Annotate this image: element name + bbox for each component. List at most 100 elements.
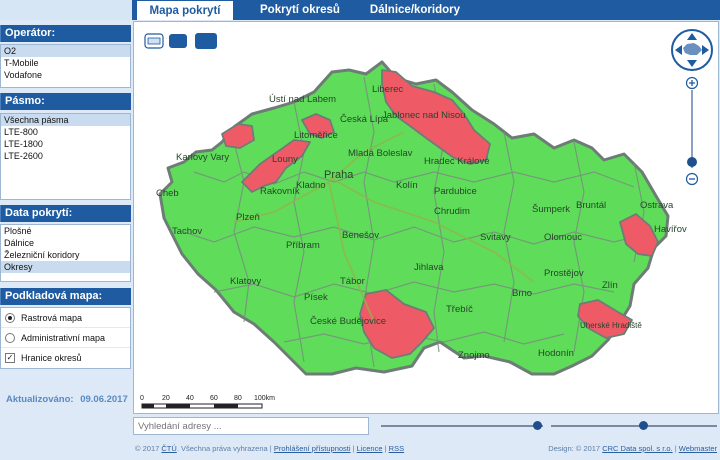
coverage-item-highways[interactable]: Dálnice: [1, 237, 130, 249]
sidebar: Operátor: O2 T-Mobile Vodafone Pásmo: Vš…: [0, 20, 132, 460]
city-label: Plzeň: [236, 212, 260, 223]
design-label: Design: © 2017: [548, 444, 601, 453]
city-label: Bruntál: [576, 200, 606, 211]
footer: © 2017 ČTÚ. Všechna práva vyhrazena | Pr…: [133, 444, 719, 458]
city-label: Zlín: [602, 280, 618, 291]
city-label: Cheb: [156, 188, 179, 199]
city-label: Příbram: [286, 240, 320, 251]
band-list: Všechna pásma LTE-800 LTE-1800 LTE-2600: [0, 113, 131, 200]
zoom-control[interactable]: [685, 76, 699, 186]
city-label: Tachov: [172, 226, 202, 237]
accessibility-link[interactable]: Prohlášení přístupnosti: [274, 444, 351, 453]
option-admin-map[interactable]: Administrativní mapa: [1, 328, 130, 348]
map-canvas[interactable]: Ústí nad Labem Liberec Jablonec nad Niso…: [134, 22, 719, 414]
transparency-slider-handle[interactable]: [639, 421, 648, 430]
license-link[interactable]: Licence: [357, 444, 383, 453]
opacity-slider-handle[interactable]: [533, 421, 542, 430]
band-item-lte1800[interactable]: LTE-1800: [1, 138, 130, 150]
scale-tick: 0: [140, 395, 144, 402]
address-search-input[interactable]: [133, 417, 369, 435]
band-item-lte2600[interactable]: LTE-2600: [1, 150, 130, 162]
city-label: České Budějovice: [310, 316, 386, 327]
base-map-title: Podkladová mapa:: [0, 288, 131, 305]
view-medium-button[interactable]: [169, 34, 187, 48]
city-label: Ostrava: [640, 200, 674, 211]
city-label: Liberec: [372, 84, 403, 95]
city-label: Třebíč: [446, 304, 473, 315]
city-label: Ústí nad Labem: [269, 94, 336, 105]
city-label: Louny: [272, 154, 298, 165]
coverage-data-list: Plošné Dálnice Železniční koridory Okres…: [0, 224, 131, 282]
city-label: Kolín: [396, 180, 418, 191]
opacity-slider[interactable]: [381, 421, 543, 430]
scale-tick: 60: [210, 395, 218, 402]
footer-right: Design: © 2017 CRC Data spol. s r.o. | W…: [548, 444, 717, 453]
coverage-item-rail[interactable]: Železniční koridory: [1, 249, 130, 261]
bottom-bar: [133, 416, 719, 440]
city-label: Svitavy: [480, 232, 511, 243]
operator-item-o2[interactable]: O2: [1, 45, 130, 57]
city-label: Jihlava: [414, 262, 444, 273]
city-label: Uherské Hradiště: [580, 321, 642, 330]
updated-info: Aktualizováno: 09.06.2017: [6, 394, 128, 405]
copyright-text: © 2017: [135, 444, 160, 453]
city-label: Hradec Králové: [424, 156, 489, 167]
city-label: Písek: [304, 292, 328, 303]
tab-highways-corridors[interactable]: Dálnice/koridory: [358, 0, 472, 20]
admin-radio[interactable]: [5, 332, 15, 343]
coverage-map[interactable]: Ústí nad Labem Liberec Jablonec nad Niso…: [133, 21, 719, 414]
coverage-item-districts[interactable]: Okresy: [1, 261, 130, 273]
band-item-all[interactable]: Všechna pásma: [1, 114, 130, 126]
city-label: Praha: [324, 169, 354, 181]
tab-coverage-map[interactable]: Mapa pokrytí: [136, 0, 234, 20]
scale-tick: 20: [162, 395, 170, 402]
crc-data-link[interactable]: CRC Data spol. s r.o.: [602, 444, 672, 453]
view-large-button[interactable]: [195, 33, 217, 49]
pan-control[interactable]: [671, 29, 713, 71]
rights-text: . Všechna práva vyhrazena: [176, 444, 268, 453]
band-title: Pásmo:: [0, 93, 131, 110]
city-label: Tábor: [340, 276, 365, 287]
city-label: Hodonín: [538, 348, 574, 359]
option-raster-map[interactable]: Rastrová mapa: [1, 308, 130, 328]
coverage-item-area[interactable]: Plošné: [1, 225, 130, 237]
ctu-link[interactable]: ČTÚ: [161, 444, 176, 453]
city-label: Olomouc: [544, 232, 582, 243]
city-label: Karlovy Vary: [176, 152, 229, 163]
admin-label: Administrativní mapa: [21, 332, 106, 343]
option-district-borders[interactable]: ✓ Hranice okresů: [1, 348, 130, 367]
city-label: Znojmo: [458, 350, 490, 361]
city-label: Chrudim: [434, 206, 470, 217]
raster-label: Rastrová mapa: [21, 312, 83, 323]
city-label: Havířov: [654, 224, 687, 235]
transparency-slider[interactable]: [551, 421, 717, 430]
operator-title: Operátor:: [0, 25, 131, 42]
scale-bar: 0 20 40 60 80 100km: [140, 395, 275, 409]
operator-item-vodafone[interactable]: Vodafone: [1, 69, 130, 81]
scale-tick: 80: [234, 395, 242, 402]
operator-item-tmobile[interactable]: T-Mobile: [1, 57, 130, 69]
city-label: Kladno: [296, 180, 326, 191]
operator-list: O2 T-Mobile Vodafone: [0, 44, 131, 88]
scale-tick: 40: [186, 395, 194, 402]
coverage-data-title: Data pokrytí:: [0, 205, 131, 222]
city-label: Česká Lípa: [340, 114, 389, 125]
city-label: Klatovy: [230, 276, 261, 287]
band-item-lte800[interactable]: LTE-800: [1, 126, 130, 138]
scale-tick: 100km: [254, 395, 275, 402]
city-label: Rakovník: [260, 186, 300, 197]
webmaster-link[interactable]: Webmaster: [679, 444, 717, 453]
rss-link[interactable]: RSS: [389, 444, 404, 453]
zoom-slider-handle[interactable]: [687, 157, 697, 167]
tab-district-coverage[interactable]: Pokrytí okresů: [248, 0, 352, 20]
city-label: Šumperk: [532, 204, 570, 215]
city-label: Jablonec nad Nisou: [382, 110, 465, 121]
view-buttons[interactable]: [144, 33, 217, 49]
city-label: Mladá Boleslav: [348, 148, 413, 159]
city-label: Litoměřice: [294, 130, 338, 141]
base-map-options: Rastrová mapa Administrativní mapa ✓ Hra…: [0, 307, 131, 369]
raster-radio[interactable]: [5, 312, 15, 323]
borders-checkbox[interactable]: ✓: [5, 352, 15, 363]
updated-date: 09.06.2017: [80, 394, 128, 405]
city-label: Pardubice: [434, 186, 477, 197]
